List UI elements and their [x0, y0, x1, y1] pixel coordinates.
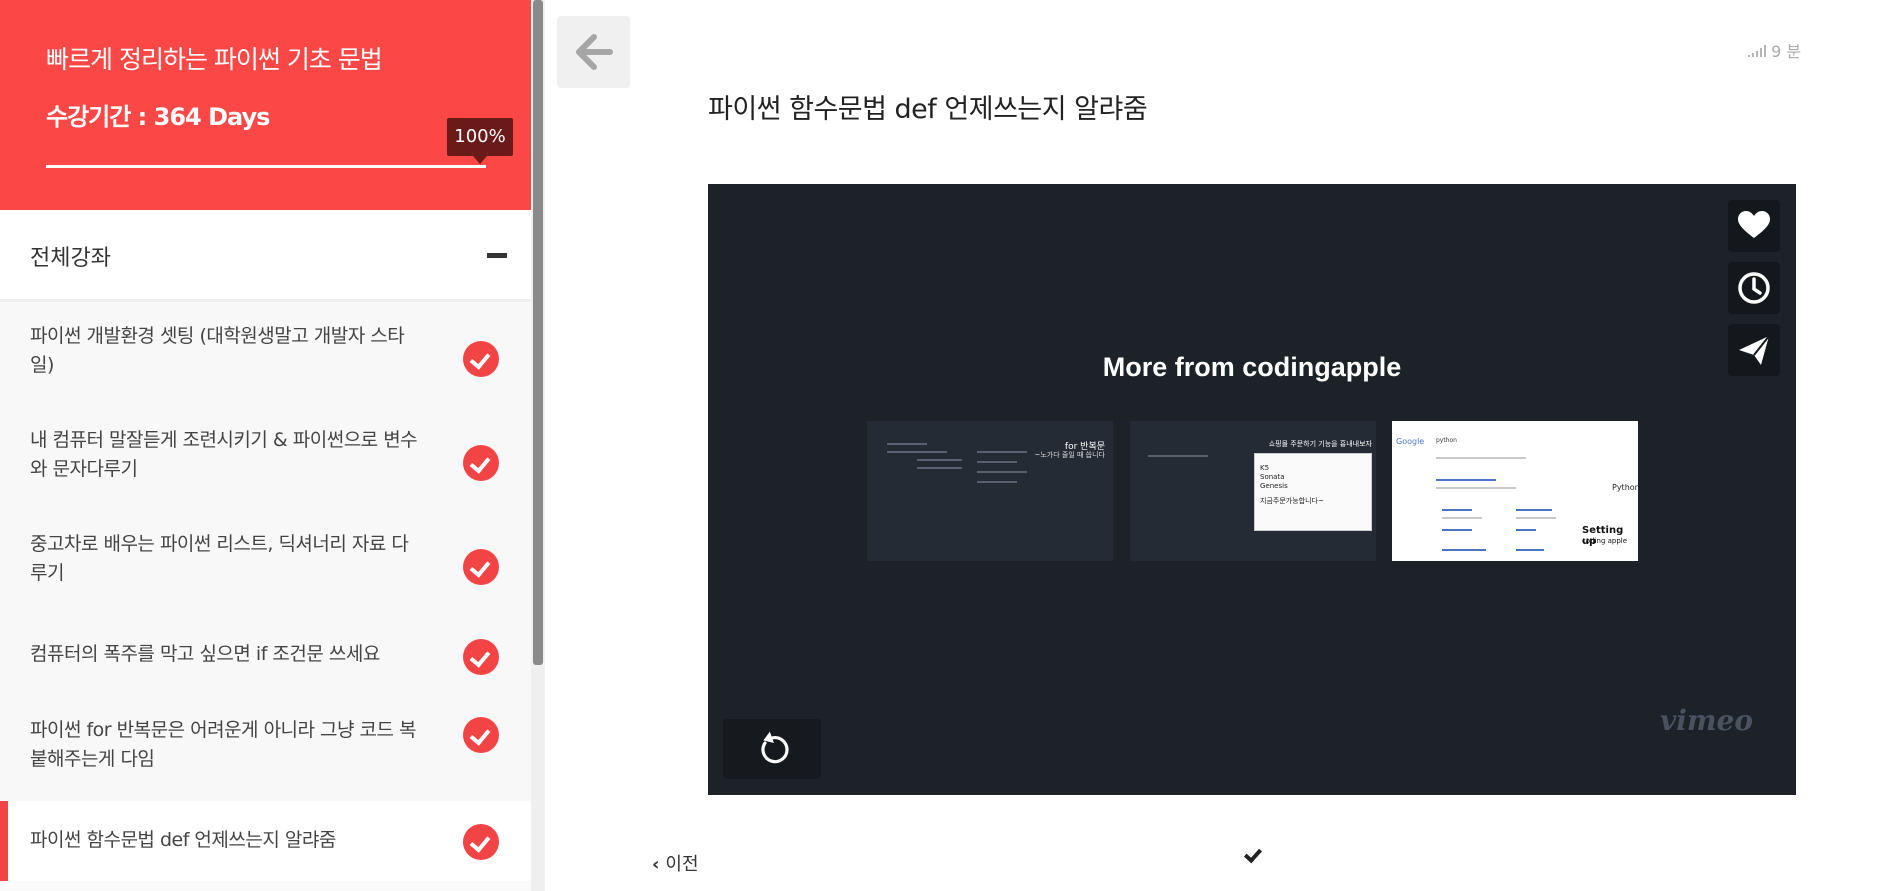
lesson-item[interactable]: 컴퓨터의 폭주를 막고 싶으면 if 조건문 쓰세요	[0, 617, 531, 697]
code-line	[977, 471, 1027, 473]
previous-label: 이전	[665, 854, 699, 875]
lesson-title-line: 중고차로 배우는 파이썬 리스트, 딕셔너리 자료 다	[30, 533, 409, 555]
result-line	[1442, 517, 1482, 519]
search-engine-logo: Google	[1396, 437, 1425, 446]
completed-check-icon	[463, 824, 499, 860]
result-line	[1442, 509, 1472, 511]
result-line	[1442, 549, 1486, 551]
lesson-title-line: 파이썬 for 반복문은 어려운게 아니라 그냥 코드 복	[30, 719, 417, 741]
lesson-title-line: 와 문자다루기	[30, 458, 138, 480]
paper-plane-icon	[1739, 335, 1770, 365]
enrollment-period: 수강기간 : 364 Days	[46, 103, 270, 131]
lesson-title: 내 컴퓨터 말잘듣게 조련시키기 & 파이썬으로 변수 와 문자다루기	[30, 426, 450, 484]
completed-check-icon	[463, 717, 499, 753]
like-button[interactable]	[1728, 200, 1780, 252]
lesson-item[interactable]: 파이썬 개발환경 셋팅 (대학원생말고 개발자 스타 일)	[0, 305, 531, 409]
lesson-title-line: 루기	[30, 562, 64, 584]
minus-icon[interactable]	[487, 253, 507, 258]
code-line	[1148, 455, 1208, 457]
lesson-title: 컴퓨터의 폭주를 막고 싶으면 if 조건문 쓰세요	[30, 640, 450, 669]
lesson-title: 중고차로 배우는 파이썬 리스트, 딕셔너리 자료 다 루기	[30, 530, 450, 588]
vimeo-logo[interactable]: vimeo	[1660, 704, 1753, 737]
code-line	[977, 461, 1017, 463]
course-title: 빠르게 정리하는 파이썬 기초 문법	[46, 45, 383, 74]
lesson-title-line: 파이썬 함수문법 def 언제쓰는지 알랴줌	[30, 829, 336, 851]
code-line	[887, 451, 947, 453]
lesson-title-line: 파이썬 개발환경 셋팅 (대학원생말고 개발자 스타	[30, 325, 405, 347]
lesson-duration: 9 분	[1748, 38, 1801, 62]
replay-button[interactable]	[723, 719, 821, 779]
thumbnail-caption: 쇼핑몰 주문하기 기능을 흉내내보자	[1268, 440, 1372, 448]
code-line	[977, 481, 1017, 483]
video-thumbnail[interactable]: Google python Python Setting up coding a…	[1392, 421, 1640, 561]
replay-icon	[761, 731, 789, 764]
lesson-heading: 파이썬 함수문법 def 언제쓰는지 알랴줌	[708, 94, 1148, 125]
result-line	[1516, 517, 1556, 519]
thumbnail-overlay-text: coding apple	[1582, 537, 1628, 545]
share-button[interactable]	[1728, 324, 1780, 376]
progress-bar	[46, 165, 486, 168]
sidebar-scrollbar-thumb[interactable]	[533, 0, 543, 665]
search-query: python	[1436, 437, 1457, 444]
lesson-item-active[interactable]: 파이썬 함수문법 def 언제쓰는지 알랴줌	[0, 801, 531, 881]
active-indicator	[0, 801, 8, 881]
lesson-title: 파이썬 개발환경 셋팅 (대학원생말고 개발자 스타 일)	[30, 322, 450, 380]
lesson-title: 파이썬 함수문법 def 언제쓰는지 알랴줌	[30, 826, 450, 855]
complete-check-icon[interactable]	[1243, 846, 1261, 862]
all-lectures-label: 전체강좌	[30, 246, 111, 271]
lesson-title-line: 내 컴퓨터 말잘듣게 조련시키기 & 파이썬으로 변수	[30, 429, 418, 451]
result-line	[1436, 479, 1496, 481]
course-header: 빠르게 정리하는 파이썬 기초 문법 수강기간 : 364 Days 100%	[0, 0, 531, 210]
result-line	[1442, 529, 1472, 531]
knowledge-panel-title: Python	[1612, 483, 1640, 492]
more-from-title: More from codingapple	[1102, 352, 1402, 382]
thumbnail-caption: ~노가다 줄일 때 씁니다	[1034, 451, 1105, 459]
lesson-title-line: 붙해주는게 다임	[30, 748, 155, 770]
duration-text: 9 분	[1771, 42, 1802, 61]
completed-check-icon	[463, 549, 499, 585]
popup-line: Genesis	[1260, 482, 1288, 490]
course-sidebar: 빠르게 정리하는 파이썬 기초 문법 수강기간 : 364 Days 100% …	[0, 0, 531, 891]
completed-check-icon	[463, 445, 499, 481]
video-player[interactable]: More from codingapple for 반복문 ~노가다 줄일 때 …	[708, 184, 1796, 795]
code-line	[917, 459, 962, 461]
signal-icon	[1748, 45, 1766, 57]
video-thumbnail[interactable]: for 반복문 ~노가다 줄일 때 씁니다	[867, 421, 1113, 561]
popup-line: K5	[1260, 464, 1270, 472]
progress-bar-fill	[46, 165, 486, 168]
previous-lesson-link[interactable]: ‹ 이전	[652, 850, 699, 876]
back-button[interactable]	[557, 16, 630, 88]
result-line	[1436, 457, 1526, 459]
lesson-title-line: 컴퓨터의 폭주를 막고 싶으면 if 조건문 쓰세요	[30, 643, 380, 665]
completed-check-icon	[463, 341, 499, 377]
thumbnail-popup: K5 Sonata Genesis 지금주문가능합니다~	[1254, 453, 1372, 531]
lesson-title-line: 일)	[30, 354, 54, 376]
result-line	[1516, 549, 1544, 551]
completed-check-icon	[463, 639, 499, 675]
chevron-left-icon: ‹	[652, 854, 660, 875]
clock-icon	[1738, 272, 1770, 304]
lesson-title: 파이썬 for 반복문은 어려운게 아니라 그냥 코드 복 붙해주는게 다임	[30, 716, 450, 774]
lesson-item[interactable]: 내 컴퓨터 말잘듣게 조련시키기 & 파이썬으로 변수 와 문자다루기	[0, 409, 531, 513]
result-line	[1516, 529, 1536, 531]
all-lectures-toggle[interactable]: 전체강좌	[0, 210, 531, 302]
popup-spacer	[1260, 454, 1371, 464]
result-line	[1516, 509, 1552, 511]
arrow-left-icon	[576, 34, 613, 70]
popup-line: 지금주문가능합니다~	[1260, 497, 1324, 505]
watch-later-button[interactable]	[1728, 262, 1780, 314]
code-line	[887, 443, 927, 445]
code-line	[977, 451, 1027, 453]
popup-line: Sonata	[1260, 473, 1285, 481]
progress-badge: 100%	[447, 118, 513, 164]
code-line	[917, 467, 962, 469]
result-line	[1436, 487, 1516, 489]
video-thumbnail[interactable]: 쇼핑몰 주문하기 기능을 흉내내보자 K5 Sonata Genesis 지금주…	[1130, 421, 1376, 561]
lesson-item[interactable]: 파이썬 for 반복문은 어려운게 아니라 그냥 코드 복 붙해주는게 다임	[0, 697, 531, 801]
lesson-item[interactable]: 중고차로 배우는 파이썬 리스트, 딕셔너리 자료 다 루기	[0, 513, 531, 617]
heart-icon	[1738, 211, 1770, 238]
